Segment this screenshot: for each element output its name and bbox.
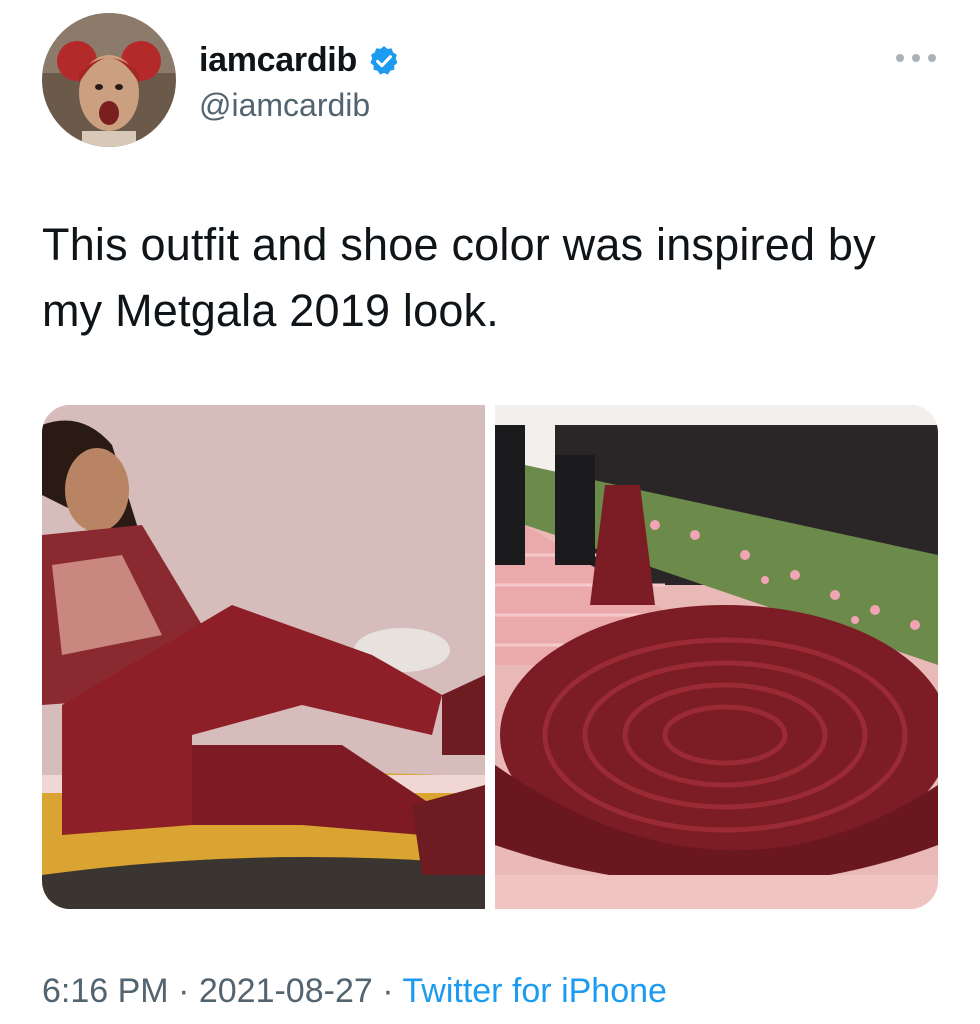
meta-separator: ·: [168, 972, 199, 1010]
outfit-photo: [42, 405, 485, 909]
tweet-text: This outfit and shoe color was inspired …: [42, 219, 876, 336]
verified-badge-icon: [367, 44, 401, 78]
avatar[interactable]: [42, 13, 176, 147]
user-handle[interactable]: @iamcardib: [199, 87, 370, 124]
tweet-time: 6:16 PM: [42, 972, 169, 1010]
display-name[interactable]: iamcardib: [199, 41, 401, 80]
metgala-photo: [495, 405, 938, 909]
meta-separator: ·: [372, 972, 403, 1010]
more-horizontal-icon: [896, 54, 936, 62]
more-options-button[interactable]: [886, 38, 946, 78]
tweet-date[interactable]: 2021-08-27: [199, 972, 373, 1010]
display-name-text: iamcardib: [199, 41, 357, 79]
photo-right[interactable]: [495, 405, 938, 909]
media-grid: [42, 405, 938, 909]
tweet-meta: 6:16 PM · 2021-08-27 · Twitter for iPhon…: [42, 972, 667, 1011]
tweet-source-link[interactable]: Twitter for iPhone: [402, 972, 667, 1010]
photo-left[interactable]: [42, 405, 485, 909]
